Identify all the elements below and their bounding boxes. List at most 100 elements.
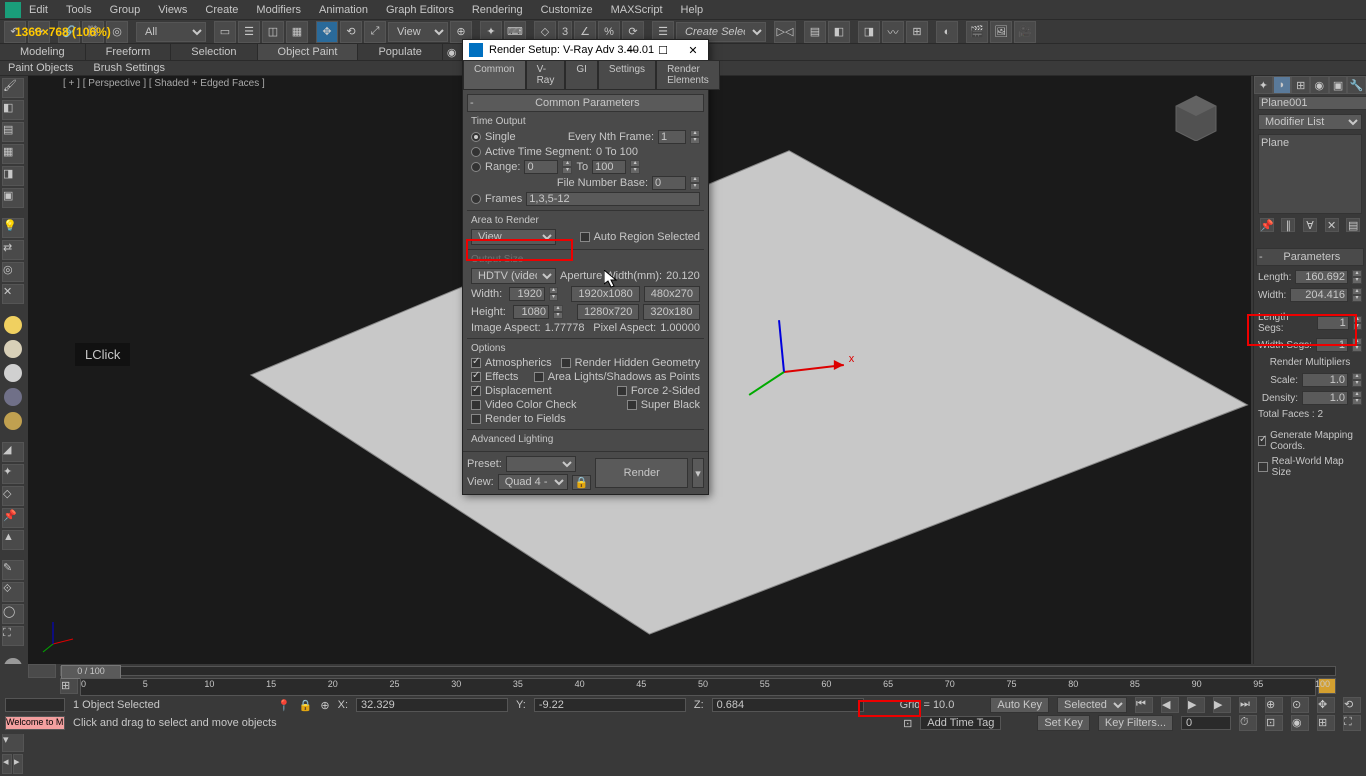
- play-start[interactable]: ⏮: [1135, 697, 1153, 713]
- lt-tool17[interactable]: ⟐: [2, 582, 24, 602]
- density-input[interactable]: [1302, 391, 1348, 405]
- configure-sets[interactable]: ▤: [1346, 218, 1360, 232]
- render-fields-check[interactable]: [471, 414, 481, 424]
- menu-maxscript[interactable]: MAXScript: [611, 4, 663, 16]
- rollout-common-params[interactable]: -Common Parameters: [467, 94, 704, 112]
- frames-input[interactable]: [526, 192, 700, 206]
- modifier-list-select[interactable]: Modifier List: [1258, 114, 1362, 130]
- selection-filter[interactable]: All: [136, 22, 206, 42]
- super-black-check[interactable]: [627, 400, 637, 410]
- nav6[interactable]: ◉: [1291, 715, 1309, 731]
- ribbon-populate[interactable]: Populate: [358, 44, 442, 60]
- render-dropdown[interactable]: ▾: [692, 458, 704, 488]
- length-input[interactable]: [1295, 270, 1348, 284]
- force2-check[interactable]: [617, 386, 627, 396]
- color-gold[interactable]: [4, 412, 22, 430]
- lt-tool19[interactable]: ⛶: [2, 626, 24, 646]
- x-coord[interactable]: [356, 698, 508, 712]
- z-coord[interactable]: [712, 698, 864, 712]
- rotate-button[interactable]: ⟲: [340, 21, 362, 43]
- select-region-button[interactable]: ◫: [262, 21, 284, 43]
- range-to-input[interactable]: [592, 160, 626, 174]
- scale-input[interactable]: [1302, 373, 1348, 387]
- gen-mapping-check[interactable]: [1258, 436, 1266, 446]
- tab-common[interactable]: Common: [463, 60, 526, 90]
- play-button[interactable]: ▶: [1187, 697, 1205, 713]
- modify-tab[interactable]: ◗: [1273, 76, 1292, 94]
- pin-stack[interactable]: 📌: [1260, 218, 1274, 232]
- make-unique[interactable]: ∀: [1303, 218, 1317, 232]
- ribbon-object-paint[interactable]: Object Paint: [258, 44, 359, 60]
- menu-edit[interactable]: Edit: [29, 4, 48, 16]
- modifier-stack[interactable]: Plane: [1258, 134, 1362, 214]
- mirror-button[interactable]: ▷◁: [774, 21, 796, 43]
- tab-vray[interactable]: V-Ray: [526, 60, 566, 90]
- lt-tool10[interactable]: ✕: [2, 284, 24, 304]
- preset-select[interactable]: [506, 456, 576, 472]
- hierarchy-tab[interactable]: ⊞: [1291, 76, 1310, 94]
- atmospherics-check[interactable]: [471, 358, 481, 368]
- maximize-button[interactable]: ☐: [648, 40, 678, 60]
- show-end-result[interactable]: ∥: [1281, 218, 1295, 232]
- rendered-frame-button[interactable]: 🖼: [990, 21, 1012, 43]
- length-segs-input[interactable]: [1317, 316, 1349, 330]
- select-name-button[interactable]: ☰: [238, 21, 260, 43]
- window-crossing-button[interactable]: ▦: [286, 21, 308, 43]
- scale-button[interactable]: ⤢: [364, 21, 386, 43]
- color-grey[interactable]: [4, 364, 22, 382]
- height-input[interactable]: [513, 305, 549, 319]
- dialog-titlebar[interactable]: Render Setup: V-Ray Adv 3.40.01 — ☐ ✕: [463, 40, 708, 60]
- area-lights-check[interactable]: [534, 372, 544, 382]
- lt-bottom1[interactable]: ▾: [2, 732, 24, 752]
- auto-region-check[interactable]: [580, 232, 590, 242]
- app-icon[interactable]: [5, 2, 21, 18]
- menu-create[interactable]: Create: [205, 4, 238, 16]
- nav3[interactable]: ✥: [1317, 697, 1335, 713]
- nav7[interactable]: ⊞: [1317, 715, 1335, 731]
- preset-1920x1080[interactable]: 1920x1080: [571, 286, 639, 302]
- layers-button[interactable]: ◧: [828, 21, 850, 43]
- ribbon-freeform[interactable]: Freeform: [86, 44, 172, 60]
- view-select[interactable]: Quad 4 - Perspe: [498, 474, 568, 490]
- preset-1280x720[interactable]: 1280x720: [577, 304, 639, 320]
- display-tab[interactable]: ▣: [1329, 76, 1348, 94]
- range-from-input[interactable]: [524, 160, 558, 174]
- render-hidden-check[interactable]: [561, 358, 571, 368]
- file-base-input[interactable]: [652, 176, 686, 190]
- color-bluegrey[interactable]: [4, 388, 22, 406]
- ref-coord-system[interactable]: View: [388, 22, 448, 42]
- select-button[interactable]: ▭: [214, 21, 236, 43]
- welcome-listener[interactable]: Welcome to M: [5, 716, 65, 730]
- time-slider-track[interactable]: 0 / 100: [60, 666, 1336, 676]
- play-end[interactable]: ⏭: [1239, 697, 1257, 713]
- radio-range[interactable]: [471, 162, 481, 172]
- graphite-button[interactable]: ◨: [858, 21, 880, 43]
- key-filters-button[interactable]: Key Filters...: [1098, 715, 1173, 731]
- script-listener[interactable]: [5, 698, 65, 712]
- remove-modifier[interactable]: ✕: [1325, 218, 1339, 232]
- align-button[interactable]: ▤: [804, 21, 826, 43]
- lt-pin-icon[interactable]: 📌: [2, 508, 24, 528]
- material-editor-button[interactable]: ◐: [936, 21, 958, 43]
- effects-check[interactable]: [471, 372, 481, 382]
- menu-views[interactable]: Views: [158, 4, 187, 16]
- preset-320x180[interactable]: 320x180: [643, 304, 699, 320]
- time-slider-handle[interactable]: 0 / 100: [61, 665, 121, 679]
- lt-tool2[interactable]: ◧: [2, 100, 24, 120]
- video-color-check[interactable]: [471, 400, 481, 410]
- tab-render-elements[interactable]: Render Elements: [656, 60, 720, 90]
- displacement-check[interactable]: [471, 386, 481, 396]
- menu-animation[interactable]: Animation: [319, 4, 368, 16]
- move-button[interactable]: ✥: [316, 21, 338, 43]
- nav8[interactable]: ⛶: [1343, 715, 1361, 731]
- lt-tool12[interactable]: ✦: [2, 464, 24, 484]
- lt-right[interactable]: ▸: [13, 754, 23, 774]
- output-preset-select[interactable]: HDTV (video): [471, 268, 556, 284]
- utilities-tab[interactable]: 🔧: [1347, 76, 1366, 94]
- tab-gi[interactable]: GI: [565, 60, 598, 90]
- tag-icon[interactable]: ⊡: [903, 717, 912, 730]
- paint-objects-label[interactable]: Paint Objects: [8, 62, 73, 74]
- lt-tool4[interactable]: ▦: [2, 144, 24, 164]
- render-production-button[interactable]: 🎥: [1014, 21, 1036, 43]
- stack-item-plane[interactable]: Plane: [1261, 137, 1359, 149]
